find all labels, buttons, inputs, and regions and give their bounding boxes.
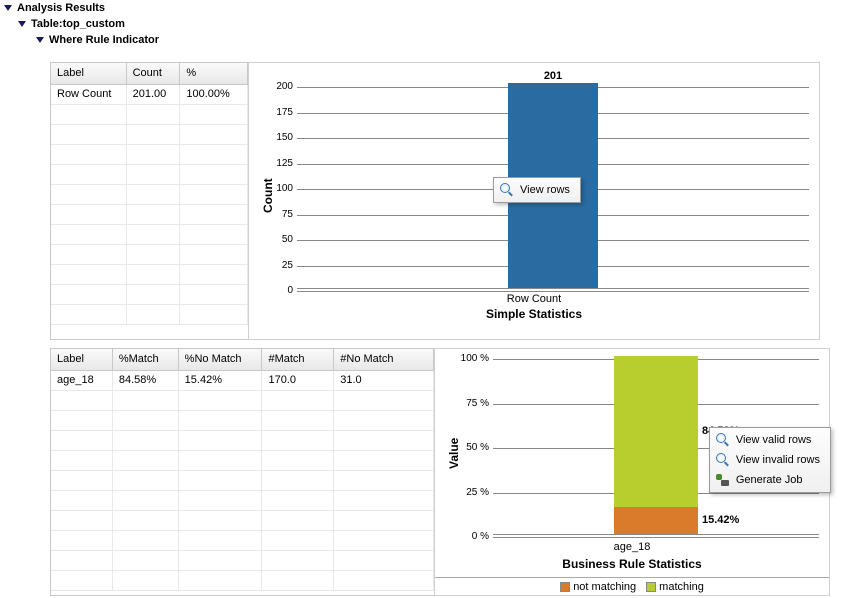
tree-table[interactable]: Table:top_custom [18,16,841,32]
simple-chart: Count 201 0255075100125150175200 Row Cou… [248,62,820,340]
table-row [51,125,248,145]
y-tick-label: 175 [263,107,293,118]
business-table: Label%Match%No Match#Match#No Matchage_1… [50,348,434,596]
chart-title: Simple Statistics [249,307,819,321]
bar-segment-label: 15.42% [702,514,739,526]
cell: 201.00 [127,85,181,104]
tree-root-label: Analysis Results [17,2,105,14]
menu-view-valid-rows[interactable]: View valid rows [710,430,830,450]
y-tick-label: 50 % [453,442,489,453]
simple-table: LabelCount%Row Count201.00100.00% [50,62,248,340]
column-header[interactable]: Count [127,63,181,84]
y-tick-label: 125 [263,158,293,169]
column-header[interactable]: Label [51,349,113,370]
y-tick-label: 50 [263,234,293,245]
y-tick-label: 100 [263,183,293,194]
table-row [51,431,434,451]
bar-segment[interactable] [614,507,698,534]
menu-view-rows[interactable]: View rows [494,180,580,200]
table-row [51,411,434,431]
y-tick-label: 150 [263,132,293,143]
chart-legend: not matching matching [435,577,829,595]
table-row [51,105,248,125]
table-row [51,491,434,511]
table-row [51,531,434,551]
table-row[interactable]: age_1884.58%15.42%170.031.0 [51,371,434,391]
cell: 15.42% [179,371,263,390]
table-row [51,225,248,245]
column-header[interactable]: #No Match [334,349,434,370]
chevron-down-icon [36,37,44,43]
legend-item: not matching [560,581,636,593]
cell: 84.58% [113,371,179,390]
table-row [51,285,248,305]
table-row [51,185,248,205]
column-header[interactable]: % [180,63,248,84]
cell: 170.0 [262,371,334,390]
search-icon [500,183,514,197]
menu-generate-job[interactable]: Generate Job [710,470,830,490]
y-tick-label: 200 [263,81,293,92]
chevron-down-icon [4,5,12,11]
y-tick-label: 75 [263,209,293,220]
table-row [51,205,248,225]
table-row [51,305,248,325]
column-header[interactable]: %Match [113,349,179,370]
cell: age_18 [51,371,113,390]
tree-table-label: Table:top_custom [31,18,125,30]
table-row [51,245,248,265]
table-row [51,265,248,285]
tree-indicator[interactable]: Where Rule Indicator [36,32,841,48]
table-row [51,391,434,411]
menu-item-label: View valid rows [736,434,812,446]
y-tick-label: 75 % [453,398,489,409]
chevron-down-icon [18,21,26,27]
menu-view-invalid-rows[interactable]: View invalid rows [710,450,830,470]
table-row [51,451,434,471]
x-category-label: Row Count [249,293,819,305]
job-icon [716,473,730,487]
x-category-label: age_18 [435,541,829,553]
menu-item-label: Generate Job [736,474,803,486]
search-icon [716,433,730,447]
legend-item: matching [646,581,704,593]
table-row[interactable]: Row Count201.00100.00% [51,85,248,105]
cell: Row Count [51,85,127,104]
y-tick-label: 25 % [453,487,489,498]
context-menu-simple: View rows [493,177,581,203]
tree-root[interactable]: Analysis Results [4,0,841,16]
table-row [51,571,434,591]
y-tick-label: 100 % [453,353,489,364]
table-row [51,165,248,185]
bar-value-label: 201 [297,70,809,82]
y-tick-label: 25 [263,260,293,271]
table-row [51,145,248,165]
cell: 31.0 [334,371,434,390]
tree-indicator-label: Where Rule Indicator [49,34,159,46]
context-menu-business: View valid rows View invalid rows Genera… [709,427,831,493]
table-row [51,471,434,491]
menu-item-label: View invalid rows [736,454,820,466]
column-header[interactable]: #Match [262,349,334,370]
bar-segment[interactable] [614,356,698,507]
menu-item-label: View rows [520,184,570,196]
table-row [51,551,434,571]
search-icon [716,453,730,467]
table-row [51,511,434,531]
chart-title: Business Rule Statistics [435,557,829,571]
column-header[interactable]: Label [51,63,127,84]
business-chart: Value 15.42%84.58% 0 %25 %50 %75 %100 % … [434,348,830,596]
cell: 100.00% [180,85,248,104]
column-header[interactable]: %No Match [179,349,263,370]
